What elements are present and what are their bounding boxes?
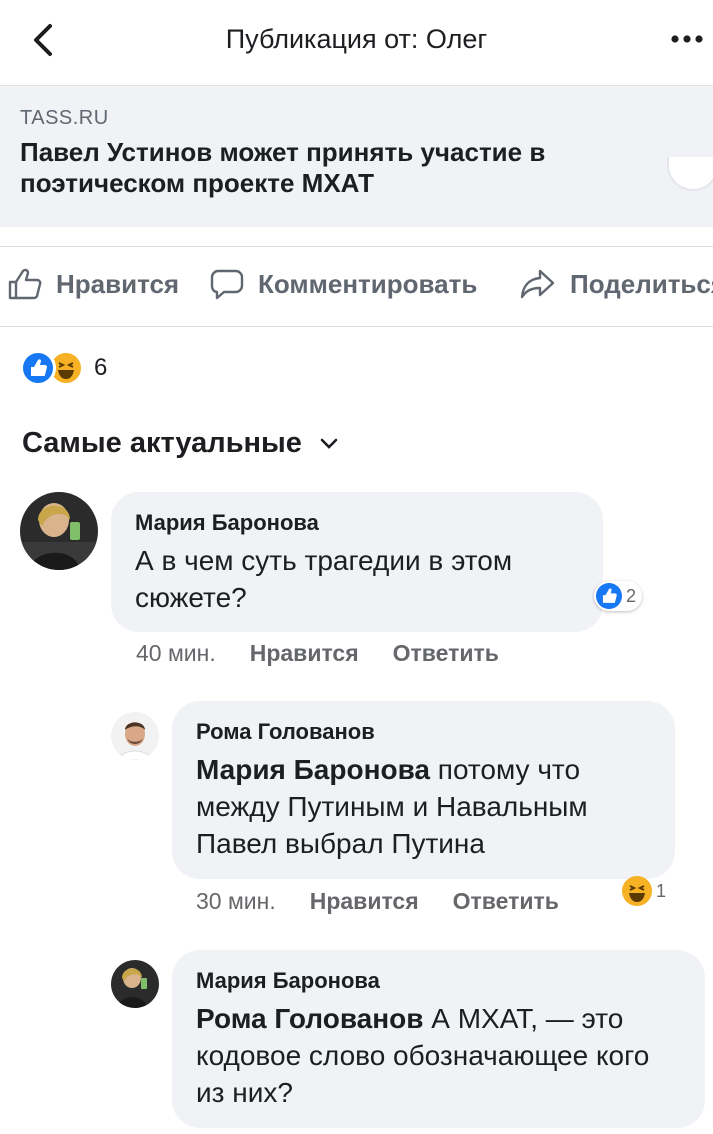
link-title[interactable]: Павел Устинов может принять участие в по… (20, 137, 660, 199)
comment-bubble[interactable]: Мария Баронова А в чем суть трагедии в э… (111, 492, 603, 632)
comment-icon (210, 269, 244, 300)
like-reaction-icon (596, 583, 622, 609)
comment-reply-button[interactable]: Ответить (393, 640, 499, 667)
like-button[interactable]: Нравится (8, 268, 179, 300)
comment-like-button[interactable]: Нравится (310, 888, 419, 915)
avatar[interactable] (111, 712, 159, 760)
avatar[interactable] (20, 492, 98, 570)
thumbs-up-icon (8, 268, 42, 300)
comment-reactions[interactable]: 2 (594, 581, 643, 611)
divider (0, 246, 713, 247)
comment-meta: 40 мин. Нравится Ответить (136, 640, 499, 667)
top-bar: Публикация от: Олег (0, 0, 713, 86)
comment-author[interactable]: Мария Баронова (135, 510, 579, 536)
share-icon (520, 269, 555, 299)
comment-time: 40 мин. (136, 640, 216, 666)
share-button[interactable]: Поделиться (520, 268, 713, 300)
comment-text: А в чем суть трагедии в этом сюжете? (135, 545, 513, 613)
comment-like-button[interactable]: Нравится (250, 640, 359, 667)
comment-text-wrap: Мария Баронова потому что между Путиным … (196, 751, 651, 862)
comment-text-wrap: Рома Голованов А МХАТ, — это кодовое сло… (196, 1000, 681, 1111)
comment-sort-dropdown[interactable]: Самые актуальные (22, 427, 338, 460)
comment-reactions[interactable]: 1 (620, 874, 672, 908)
comment-reaction-count: 2 (626, 585, 637, 606)
haha-reaction-icon (622, 876, 652, 906)
link-preview-card[interactable]: TASS.RU Павел Устинов может принять учас… (0, 87, 713, 227)
comment-time: 30 мин. (196, 888, 276, 914)
profile-picture-edge (667, 157, 713, 191)
ellipsis-icon (671, 35, 703, 43)
comment-reply-button[interactable]: Ответить (453, 888, 559, 915)
comment-author[interactable]: Мария Баронова (196, 968, 681, 994)
comment-bubble[interactable]: Рома Голованов Мария Баронова потому что… (172, 701, 675, 879)
share-button-label: Поделиться (570, 268, 713, 299)
action-bar: Нравится Комментировать Поделиться (0, 248, 713, 326)
like-reaction-icon (20, 350, 56, 386)
chevron-down-icon (320, 438, 338, 449)
reactions-summary[interactable]: 6 (20, 350, 107, 386)
post-page: Публикация от: Олег TASS.RU Павел Устино… (0, 0, 713, 1134)
comment-reaction-count: 1 (656, 880, 667, 901)
divider (0, 326, 713, 327)
comment-meta: 30 мин. Нравится Ответить (196, 888, 559, 915)
comment-bubble[interactable]: Мария Баронова Рома Голованов А МХАТ, — … (172, 950, 705, 1128)
comment-button-label: Комментировать (258, 268, 478, 299)
like-button-label: Нравится (56, 268, 180, 299)
reaction-count: 6 (94, 354, 108, 381)
comment-button[interactable]: Комментировать (210, 268, 477, 300)
avatar[interactable] (111, 960, 159, 1008)
link-domain: TASS.RU (20, 107, 109, 129)
sort-label: Самые актуальные (22, 427, 302, 459)
page-title: Публикация от: Олег (225, 24, 488, 54)
more-button[interactable] (669, 26, 709, 52)
comment-mention[interactable]: Мария Баронова (196, 754, 430, 785)
comment-mention[interactable]: Рома Голованов (196, 1003, 423, 1034)
comment-author[interactable]: Рома Голованов (196, 719, 651, 745)
